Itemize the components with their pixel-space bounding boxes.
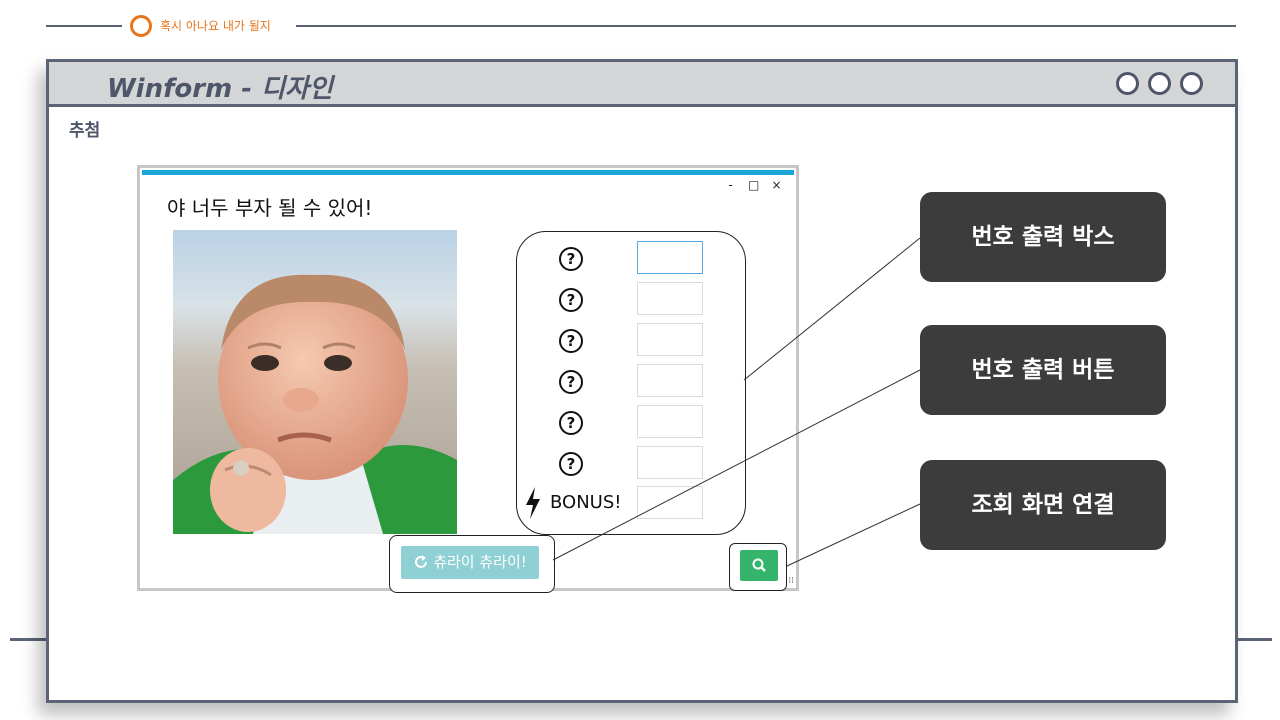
bonus-label: BONUS! [550, 492, 622, 513]
refresh-icon [415, 555, 428, 568]
bonus-number-box[interactable] [637, 486, 703, 519]
lightning-icon [526, 487, 540, 519]
question-circle-icon: ? [559, 411, 583, 435]
minimize-button[interactable]: - [725, 178, 736, 192]
question-circle-icon: ? [559, 288, 583, 312]
lottery-form-window: - □ × 야 너두 부자 될 수 있어! ? ? ? ? ? ? BONUS!… [137, 165, 799, 593]
baby-photo [173, 230, 457, 534]
number-row: ? [517, 446, 745, 482]
number-box-5[interactable] [637, 405, 703, 438]
maximize-button[interactable]: □ [748, 178, 759, 192]
number-box-2[interactable] [637, 282, 703, 315]
number-output-group: ? ? ? ? ? ? BONUS! [516, 231, 746, 535]
form-window-buttons: - □ × [725, 178, 782, 192]
close-button[interactable]: × [771, 178, 782, 192]
callout-number-button: 번호 출력 버튼 [920, 325, 1166, 415]
question-circle-icon: ? [559, 370, 583, 394]
number-box-3[interactable] [637, 323, 703, 356]
draw-numbers-button[interactable]: 츄라이 츄라이! [401, 546, 539, 579]
search-icon [752, 558, 766, 572]
draw-button-label: 츄라이 츄라이! [433, 553, 527, 571]
circle-icon[interactable] [1148, 72, 1171, 95]
search-button-highlight [729, 543, 787, 591]
section-title: 혹시 아나요 내가 될지 [160, 19, 271, 33]
circle-icon[interactable] [1116, 72, 1139, 95]
number-row: ? [517, 323, 745, 359]
number-row: ? [517, 241, 745, 277]
number-box-6[interactable] [637, 446, 703, 479]
section-divider-right [296, 25, 1236, 27]
question-circle-icon: ? [559, 329, 583, 353]
question-circle-icon: ? [559, 247, 583, 271]
mockup-titlebar: Winform - 디자인 [49, 62, 1235, 107]
mockup-subtitle: 추첨 [69, 121, 101, 141]
number-row: ? [517, 282, 745, 318]
form-heading: 야 너두 부자 될 수 있어! [167, 196, 373, 220]
draw-button-highlight: 츄라이 츄라이! [389, 535, 555, 593]
question-circle-icon: ? [559, 452, 583, 476]
section-marker-icon [130, 15, 152, 37]
callout-number-box: 번호 출력 박스 [920, 192, 1166, 282]
number-box-4[interactable] [637, 364, 703, 397]
callout-lookup-link: 조회 화면 연결 [920, 460, 1166, 550]
section-divider-left [46, 25, 122, 27]
mockup-title: Winform - 디자인 [107, 74, 333, 104]
lookup-search-button[interactable] [740, 550, 778, 581]
bonus-row: BONUS! [517, 486, 745, 522]
form-accent-bar [142, 170, 794, 175]
number-row: ? [517, 364, 745, 400]
number-box-1[interactable] [637, 241, 703, 274]
resize-grip-icon[interactable]: ⁞⁞ [788, 577, 794, 586]
number-row: ? [517, 405, 745, 441]
mockup-window-controls [1116, 72, 1203, 95]
circle-icon[interactable] [1180, 72, 1203, 95]
